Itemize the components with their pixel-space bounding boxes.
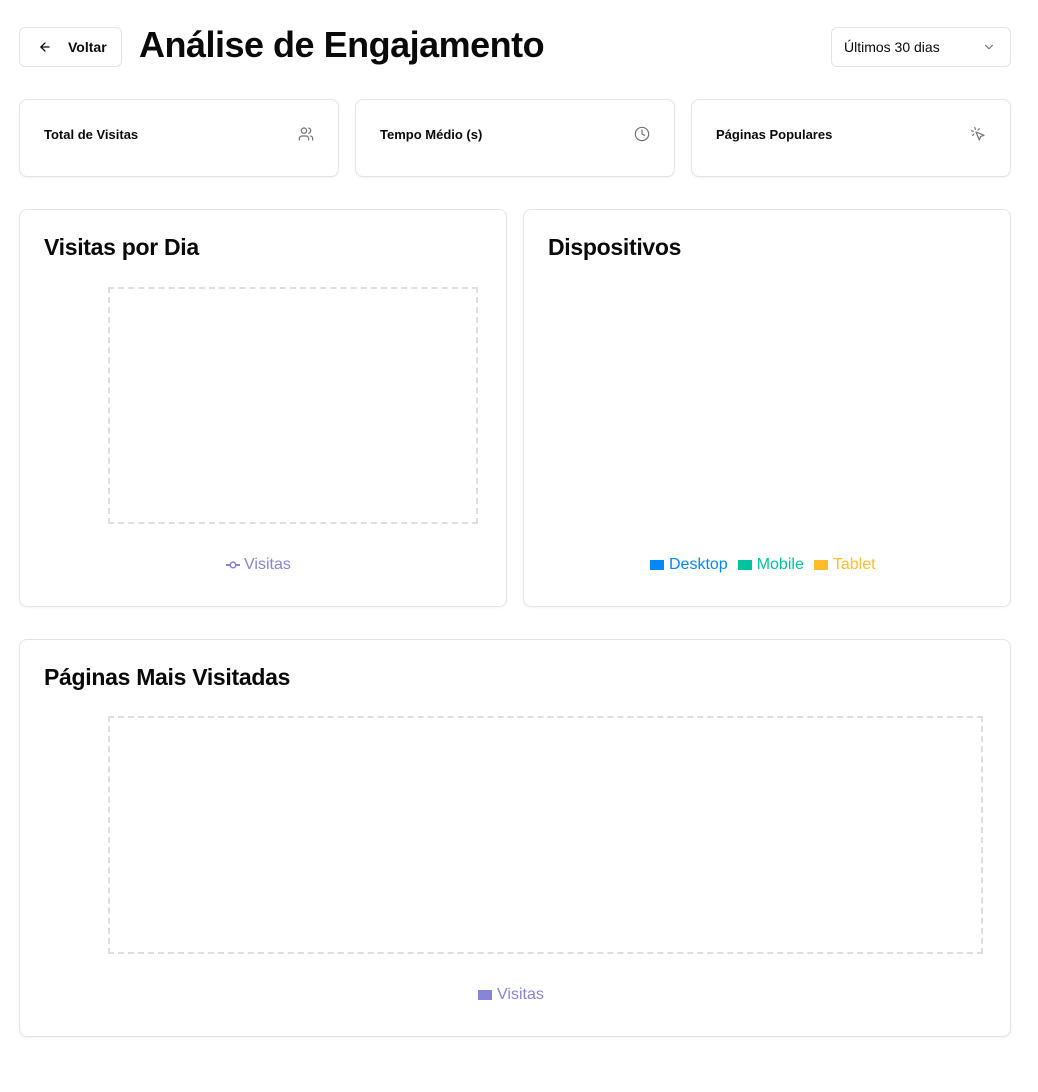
mouse-pointer-click-icon [970,126,986,142]
stat-label: Páginas Populares [716,127,833,142]
clock-icon [634,126,650,142]
back-button[interactable]: Voltar [19,27,122,67]
chart-card-devices: Dispositivos Desktop Mobile Tablet [523,209,1011,607]
legend-label: Mobile [756,556,804,573]
chart-title: Dispositivos [548,234,682,260]
stat-label: Tempo Médio (s) [380,127,483,142]
page-header: Voltar Análise de Engajamento Últimos 30… [19,24,1011,67]
legend-item-visitas[interactable]: Visitas [478,986,544,1004]
legend-swatch [478,990,492,1000]
legend-label: Tablet [832,556,876,573]
line-marker-icon [226,560,240,570]
back-button-label: Voltar [68,39,107,55]
period-select-value: Últimos 30 dias [844,39,940,55]
stat-card-popular-pages: Páginas Populares [691,99,1011,177]
legend-item-mobile[interactable]: Mobile [737,556,804,574]
legend-swatch [813,560,828,570]
legend-item-tablet[interactable]: Tablet [813,556,876,574]
chevron-down-icon [982,40,996,54]
chart-card-top-pages: Páginas Mais Visitadas Visitas [19,639,1011,1037]
legend-item-visitas[interactable]: Visitas [226,556,291,574]
stat-card-avg-time: Tempo Médio (s) [355,99,675,177]
chart-legend: Visitas [478,986,544,1004]
arrow-left-icon [38,40,52,54]
chart-title: Visitas por Dia [44,234,199,260]
legend-swatch [650,560,664,570]
chart-plot-area [108,287,478,524]
chart-card-visits-per-day: Visitas por Dia Visitas [19,209,507,607]
chart-plot-area [108,716,983,954]
stat-card-total-visits: Total de Visitas [19,99,339,177]
legend-swatch [737,560,752,570]
chart-legend: Desktop Mobile Tablet [650,556,876,574]
stat-label: Total de Visitas [44,127,139,142]
chart-legend: Visitas [226,556,291,574]
legend-label: Visitas [497,986,544,1003]
period-select[interactable]: Últimos 30 dias [831,27,1011,67]
legend-label: Desktop [669,556,728,573]
legend-label: Visitas [244,556,291,573]
chart-title: Páginas Mais Visitadas [44,664,291,690]
legend-item-desktop[interactable]: Desktop [650,556,728,574]
page-title: Análise de Engajamento [139,24,545,65]
users-icon [298,126,314,142]
